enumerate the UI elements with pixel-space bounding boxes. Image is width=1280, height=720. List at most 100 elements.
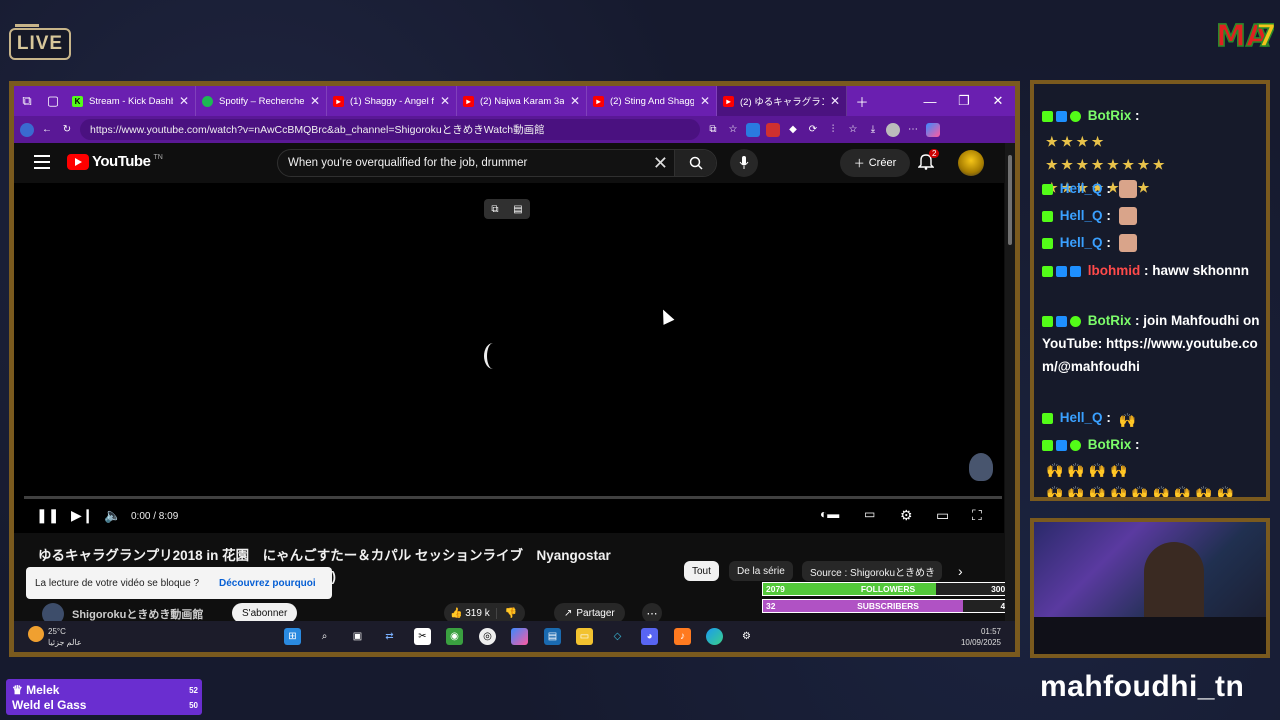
system-clock[interactable]: 01:57 10/09/2025 [961, 626, 1001, 648]
tab-actions-icon[interactable]: ▢ [40, 86, 66, 116]
country-code: TN [153, 154, 163, 161]
search-input[interactable]: When you're overqualified for the job, d… [277, 149, 717, 177]
theater-mode-icon[interactable]: ▭ [936, 507, 949, 524]
like-button[interactable]: 👍 319 k [444, 608, 496, 619]
copilot-icon[interactable] [511, 628, 528, 645]
hands-emote-icon: 🙌 🙌 🙌 🙌 🙌 🙌 🙌 🙌 🙌 🙌 🙌 🙌 🙌 [1046, 462, 1235, 501]
obs-icon[interactable]: ◎ [479, 628, 496, 645]
refresh-icon[interactable]: ↻ [60, 123, 74, 137]
chip-all[interactable]: Tout [684, 561, 719, 581]
extension-icon[interactable] [766, 122, 780, 137]
favorites-icon[interactable]: ☆ [846, 123, 860, 137]
close-window-button[interactable]: ✕ [981, 86, 1015, 116]
tab-youtube-shaggy[interactable]: ▸ (1) Shaggy - Angel ft ✕ [327, 86, 457, 116]
favorite-star-icon[interactable]: ☆ [726, 123, 740, 137]
close-icon[interactable]: ✕ [440, 94, 450, 108]
account-icon[interactable] [886, 122, 900, 137]
settings-gear-icon[interactable]: ⚙ [900, 507, 913, 524]
discord-icon[interactable]: ◕ [641, 628, 658, 645]
taskbar: 25°C عالم جزئيا ⊞ ⌕ ▣ ⇄ ✂ ◉ ◎ ▤ ▭ ◇ ◕ ♪ … [14, 621, 1015, 652]
tab-kick[interactable]: K Stream - Kick Dashbo ✕ [66, 86, 196, 116]
tab-youtube-active[interactable]: ▸ (2) ゆるキャラグランプリ2 ✕ [717, 86, 847, 116]
remote-desktop-icon[interactable]: ⇄ [381, 628, 398, 645]
chip-source[interactable]: Source : Shigorokuときめき [802, 561, 942, 581]
workspaces-icon[interactable]: ⧉ [14, 86, 40, 116]
sync-icon[interactable]: ⟳ [806, 123, 820, 137]
chat-username: BotRix [1087, 108, 1132, 123]
app-available-icon[interactable]: ⧉ [706, 123, 720, 137]
capcut-icon[interactable]: ✂ [414, 628, 431, 645]
copilot-icon[interactable] [926, 122, 940, 137]
windows-start-icon[interactable]: ⊞ [284, 628, 301, 645]
subtitles-icon[interactable]: ▭ [864, 507, 875, 521]
edge-icon[interactable] [706, 628, 723, 645]
youtube-icon: ▸ [463, 95, 474, 107]
more-icon[interactable]: ⋯ [906, 123, 920, 137]
voice-search-button[interactable] [730, 149, 758, 177]
create-button[interactable]: ＋ Créer [840, 149, 910, 177]
close-icon[interactable]: ✕ [570, 94, 580, 108]
weather-widget[interactable]: 25°C عالم جزئيا [28, 626, 82, 648]
like-count: 319 k [465, 607, 490, 619]
tab-youtube-sting[interactable]: ▸ (2) Sting And Shaggy ✕ [587, 86, 717, 116]
url-field[interactable]: https://www.youtube.com/watch?v=nAwCcBMQ… [80, 119, 700, 140]
profile-icon[interactable] [20, 122, 34, 137]
loading-spinner-icon [484, 343, 502, 369]
avatar[interactable] [958, 150, 984, 176]
search-button[interactable] [674, 150, 716, 176]
chevron-right-icon[interactable]: › [958, 563, 963, 579]
steam-icon[interactable]: ⚙ [738, 628, 755, 645]
share-button[interactable]: ↗ Partager [554, 603, 625, 623]
chip-series[interactable]: De la série [729, 561, 793, 581]
vscode-icon[interactable]: ◇ [609, 628, 626, 645]
app-icon[interactable]: ▤ [544, 628, 561, 645]
more-actions-button[interactable]: ⋯ [642, 603, 662, 623]
back-icon[interactable]: ← [40, 123, 54, 137]
youtube-logo[interactable]: YouTube TN [67, 153, 163, 170]
extension-icon[interactable]: ◆ [786, 123, 800, 137]
volume-icon[interactable]: 🔈 [104, 507, 121, 524]
close-icon[interactable]: ✕ [179, 94, 189, 108]
search-icon[interactable]: ⌕ [316, 628, 333, 645]
channel-watermark-icon[interactable] [969, 453, 993, 481]
clear-search-icon[interactable]: ✕ [653, 153, 668, 174]
svg-text:7: 7 [1256, 19, 1274, 54]
share-icon: ↗ [564, 607, 573, 619]
autoplay-toggle-icon[interactable]: ◐▬ [820, 507, 839, 521]
scroll-thumb[interactable] [1008, 155, 1012, 245]
chat-message: BotRix : ★ ★ ★ ★ ★ ★ ★ ★ ★ ★ ★ ★ ★ ★ ★ ★ ★… [1042, 104, 1266, 195]
dislike-button[interactable]: 👎 [495, 607, 525, 619]
menu-icon[interactable] [34, 155, 50, 169]
url-text: https://www.youtube.com/watch?v=nAwCcBMQ… [90, 124, 545, 136]
task-view-icon[interactable]: ▣ [349, 628, 366, 645]
new-tab-button[interactable]: ＋ [847, 86, 877, 116]
popout-icon[interactable]: ⧉ [491, 204, 498, 215]
close-icon[interactable]: ✕ [830, 94, 840, 108]
pause-icon[interactable]: ❚❚ [36, 507, 59, 524]
next-icon[interactable]: ▶❙ [71, 507, 94, 524]
video-player[interactable]: ⧉ ▤ [14, 183, 1004, 499]
channel-name[interactable]: Shigorokuときめき動画館 [72, 606, 203, 622]
tab-spotify[interactable]: Spotify – Rechercher ✕ [196, 86, 327, 116]
file-explorer-icon[interactable]: ▭ [576, 628, 593, 645]
download-icon[interactable]: ⤓ [866, 123, 880, 137]
android-icon[interactable]: ◉ [446, 628, 463, 645]
player-controls: ❚❚ ▶❙ 🔈 0:00 / 8:09 ◐▬ ▭ ⚙ ▭ ⛶ [14, 499, 1004, 533]
maximize-button[interactable]: ❐ [947, 86, 981, 116]
notes-icon[interactable]: ▤ [513, 204, 522, 215]
followers-current: 2079 [766, 584, 785, 594]
close-icon[interactable]: ✕ [700, 94, 710, 108]
verified-badge-icon [1070, 315, 1081, 327]
share-label: Partager [576, 607, 615, 619]
tab-youtube-najwa[interactable]: ▸ (2) Najwa Karam 3ash ✕ [457, 86, 587, 116]
page-scrollbar[interactable] [1005, 143, 1015, 652]
toast-link[interactable]: Découvrez pourquoi [219, 578, 316, 589]
extension-icon[interactable] [746, 122, 760, 137]
close-icon[interactable]: ✕ [310, 94, 320, 108]
minimize-button[interactable]: — [913, 86, 947, 116]
fullscreen-icon[interactable]: ⛶ [972, 507, 982, 524]
kick-badge-icon [1042, 265, 1053, 277]
fl-studio-icon[interactable]: ♪ [674, 628, 691, 645]
split-screen-icon[interactable]: ⫶ [826, 123, 840, 137]
subscribe-button[interactable]: S'abonner [232, 603, 298, 623]
